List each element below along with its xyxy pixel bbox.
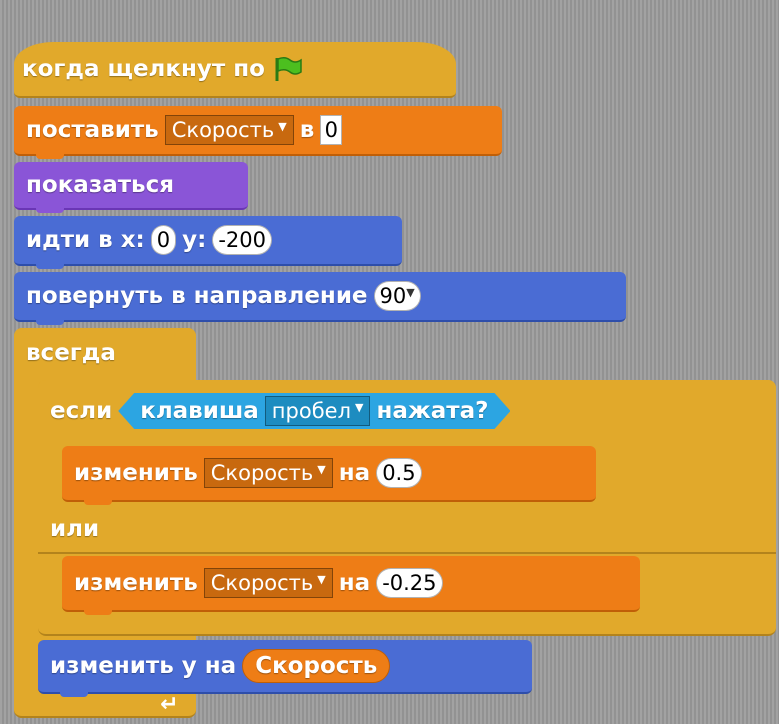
variable-name: Скорость <box>210 461 314 485</box>
key-pressed-label: клавиша <box>140 398 259 424</box>
if-header: если клавиша пробел ▼ нажата? <box>38 380 776 442</box>
key-name: пробел <box>271 399 351 423</box>
variable-name: Скорость <box>210 571 314 595</box>
show-label: показаться <box>26 172 174 198</box>
y-label: y: <box>182 227 207 253</box>
variable-dropdown[interactable]: Скорость ▼ <box>203 568 333 598</box>
point-in-direction-block[interactable]: повернуть в направление 90 ▼ <box>14 272 626 325</box>
variable-dropdown[interactable]: Скорость ▼ <box>164 115 294 145</box>
variable-dropdown[interactable]: Скорость ▼ <box>203 458 333 488</box>
go-to-xy-block[interactable]: идти в x: 0 y: -200 <box>14 216 402 269</box>
loop-arrow-icon: ↵ <box>160 692 179 717</box>
variable-reporter[interactable]: Скорость <box>242 649 391 683</box>
green-flag-icon <box>275 56 302 81</box>
show-block[interactable]: показаться <box>14 162 248 213</box>
set-variable-block[interactable]: поставить Скорость ▼ в 0 <box>14 106 502 159</box>
dropdown-arrow-icon: ▼ <box>317 462 326 476</box>
variable-name: Скорость <box>171 118 275 142</box>
set-label: поставить <box>26 117 159 143</box>
change-label: изменить <box>74 570 198 596</box>
by-label: на <box>338 460 371 486</box>
change-variable-block[interactable]: изменить Скорость ▼ на 0.5 <box>62 446 596 505</box>
hat-label: когда щелкнут по <box>22 56 265 82</box>
change-y-label: изменить у на <box>50 653 237 679</box>
change-variable-block[interactable]: изменить Скорость ▼ на -0.25 <box>62 556 640 615</box>
x-input[interactable]: 0 <box>150 225 177 255</box>
change-value-input[interactable]: -0.25 <box>376 568 443 598</box>
key-pressed-condition[interactable]: клавиша пробел ▼ нажата? <box>118 393 510 429</box>
dropdown-arrow-icon: ▼ <box>406 285 415 299</box>
set-value-input[interactable]: 0 <box>320 115 343 145</box>
key-dropdown[interactable]: пробел ▼ <box>265 396 371 426</box>
y-input[interactable]: -200 <box>212 225 272 255</box>
change-y-block[interactable]: изменить у на Скорость <box>38 640 532 697</box>
else-label: или <box>50 516 100 542</box>
else-row: или <box>38 506 776 554</box>
dropdown-arrow-icon: ▼ <box>317 572 326 586</box>
to-label: в <box>299 117 315 143</box>
direction-input[interactable]: 90 ▼ <box>373 281 421 311</box>
forever-label: всегда <box>26 340 116 366</box>
dropdown-arrow-icon: ▼ <box>355 400 364 414</box>
forever-header: всегда <box>14 328 196 378</box>
dropdown-arrow-icon: ▼ <box>278 119 287 133</box>
by-label: на <box>338 570 371 596</box>
key-pressed-suffix: нажата? <box>376 398 489 424</box>
goto-label: идти в x: <box>26 227 145 253</box>
point-label: повернуть в направление <box>26 283 368 309</box>
change-label: изменить <box>74 460 198 486</box>
change-value-input[interactable]: 0.5 <box>376 458 422 488</box>
when-flag-clicked-row: когда щелкнут по <box>22 56 303 82</box>
if-label: если <box>50 398 113 424</box>
direction-value: 90 <box>379 284 407 308</box>
